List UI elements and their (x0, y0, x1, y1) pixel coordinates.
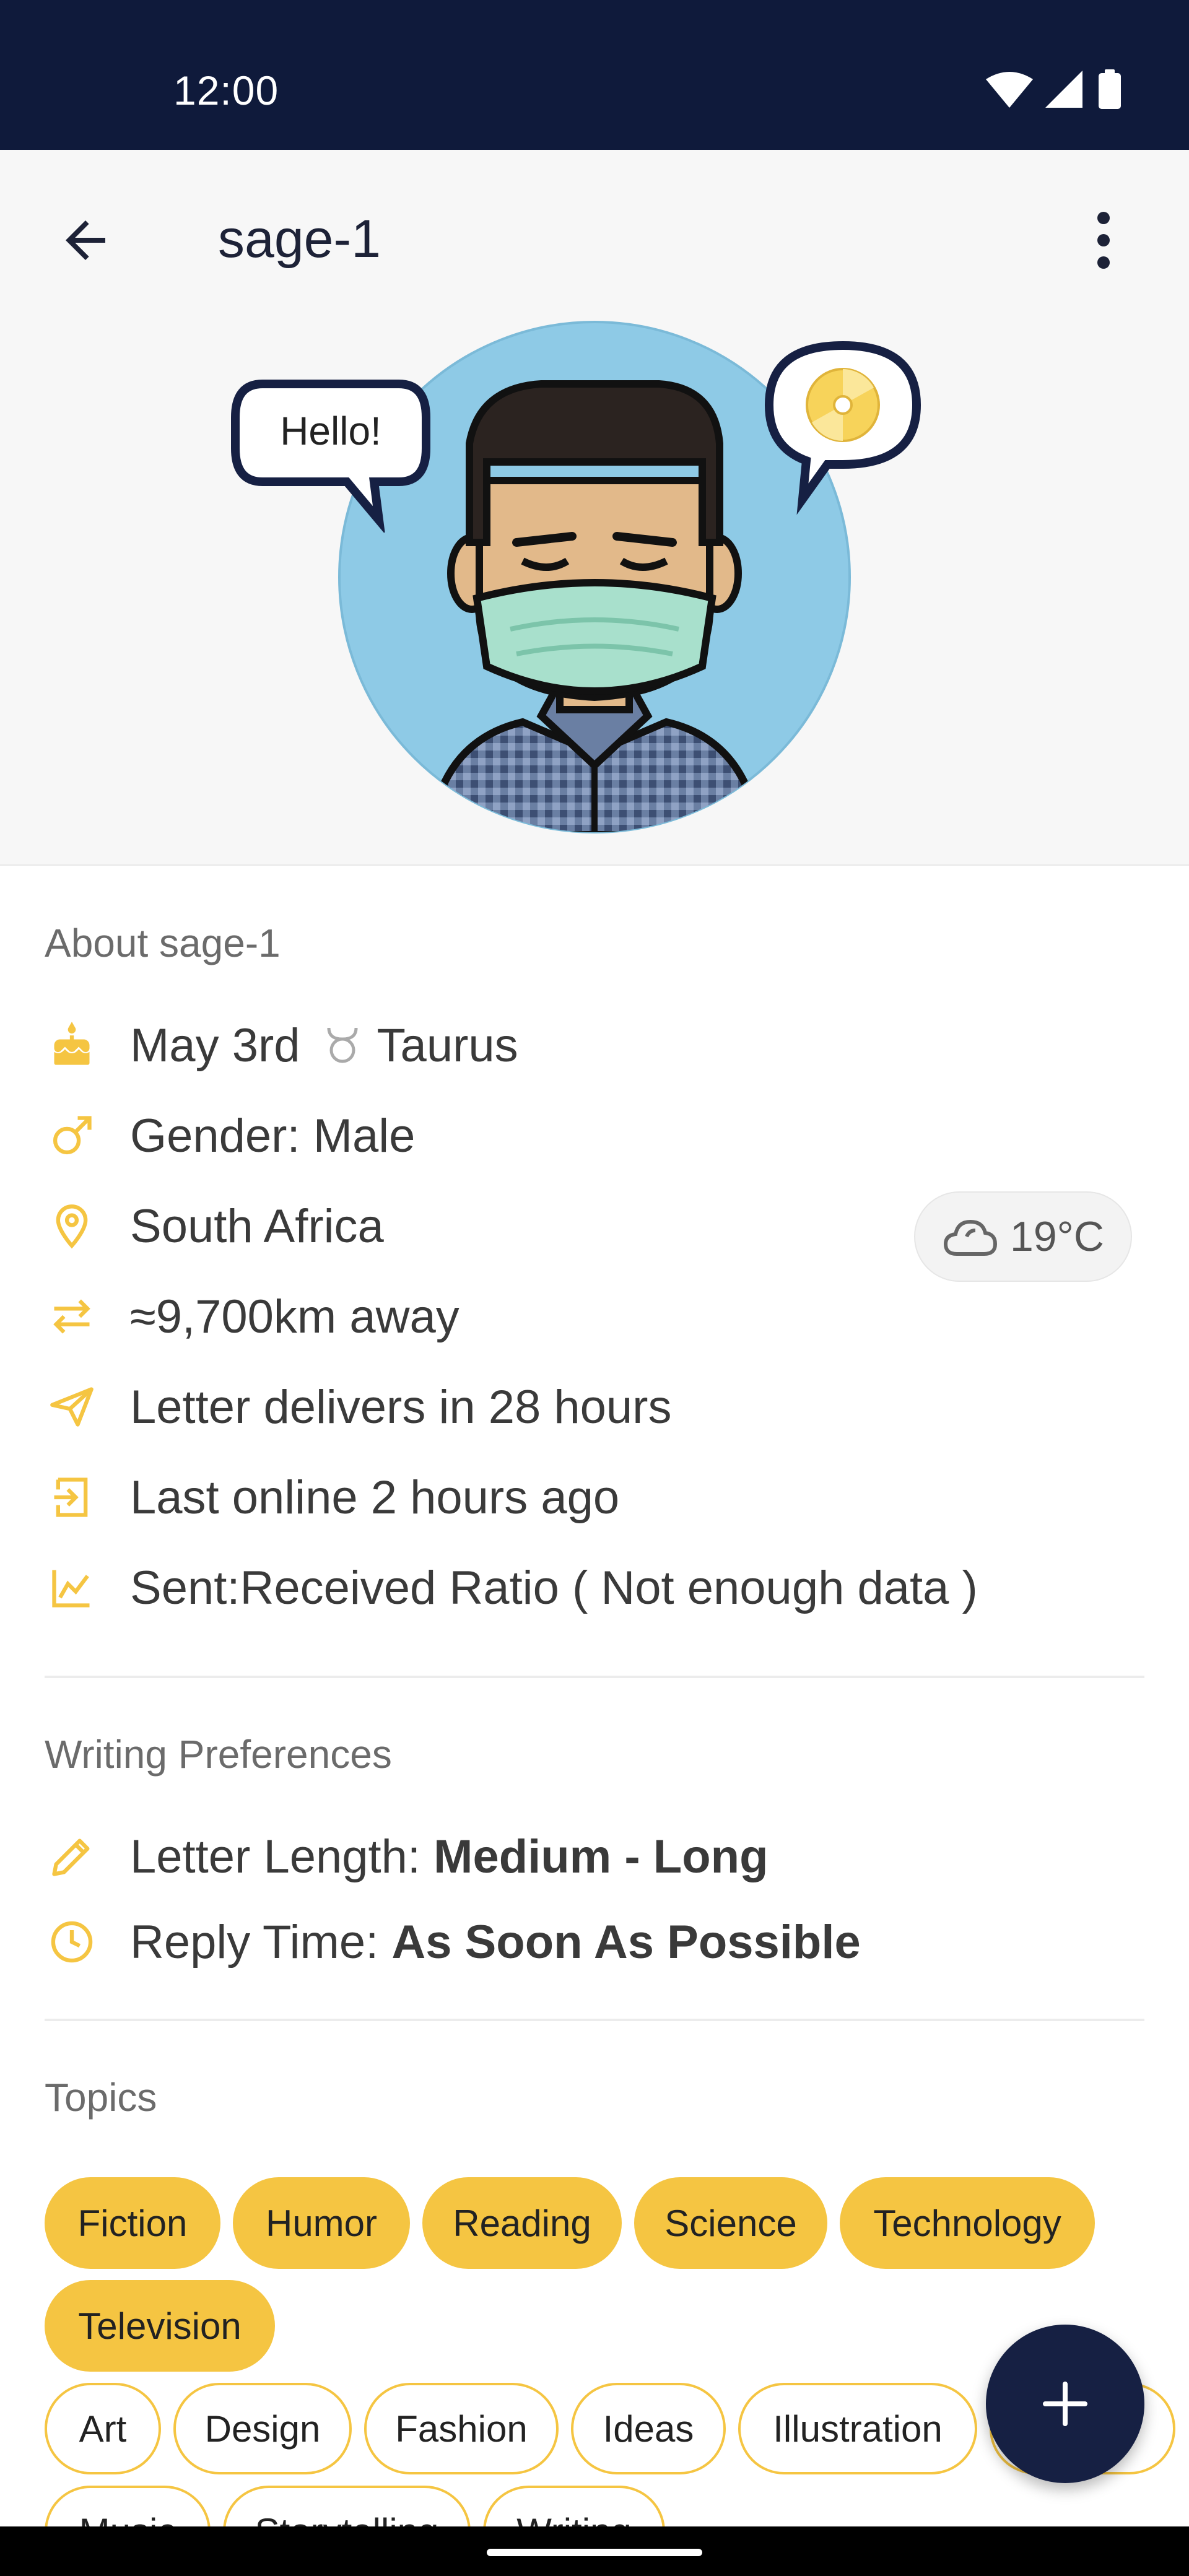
distance-text: ≈9,700km away (130, 1290, 459, 1343)
cloud-icon (944, 1219, 998, 1256)
arrow-back-icon (66, 220, 105, 260)
topic-chip-television[interactable]: Television (45, 2280, 275, 2372)
topic-chip-reading[interactable]: Reading (422, 2177, 622, 2269)
status-icons (986, 68, 1135, 111)
weather-chip: 19°C (914, 1191, 1132, 1282)
topic-chip-humor[interactable]: Humor (233, 2177, 410, 2269)
location-pin-icon (45, 1199, 99, 1253)
status-time: 12:00 (173, 67, 279, 113)
topics-title: Topics (45, 2075, 157, 2120)
divider (45, 1676, 1144, 1678)
birthday-text: May 3rd (130, 1019, 300, 1072)
topic-chip-illustration[interactable]: Illustration (738, 2383, 977, 2474)
topic-chip-science[interactable]: Science (634, 2177, 827, 2269)
weather-temp: 19°C (1010, 1213, 1104, 1260)
writing-title: Writing Preferences (45, 1732, 392, 1777)
topic-chip-technology[interactable]: Technology (840, 2177, 1095, 2269)
reply-time-row: Reply Time: As Soon As Possible (45, 1905, 861, 1979)
gender-text: Gender: Male (130, 1109, 416, 1162)
ratio-text: Sent:Received Ratio ( Not enough data ) (130, 1561, 978, 1614)
plus-icon (1043, 2382, 1087, 2426)
birthday-row: May 3rd Taurus (45, 1008, 518, 1082)
delivery-text: Letter delivers in 28 hours (130, 1380, 672, 1434)
disc-bubble (764, 341, 921, 515)
more-options-button[interactable] (1063, 199, 1144, 281)
page-title: sage-1 (218, 209, 381, 269)
location-text: South Africa (130, 1199, 384, 1253)
divider (45, 2019, 1144, 2021)
add-fab-button[interactable] (986, 2325, 1144, 2483)
topic-chip-fiction[interactable]: Fiction (45, 2177, 220, 2269)
more-vert-icon (1097, 212, 1110, 269)
letter-length-label: Letter Length: (130, 1830, 434, 1883)
reply-time-label: Reply Time: (130, 1915, 392, 1969)
send-icon (45, 1380, 99, 1434)
profile-content: About sage-1 May 3rd Taurus Gender: Male… (0, 866, 1189, 2576)
battery-icon (1099, 69, 1121, 109)
pencil-icon (45, 1829, 99, 1884)
wifi-icon (986, 72, 1033, 108)
app-bar: sage-1 (0, 150, 1189, 329)
topic-chip-fashion[interactable]: Fashion (364, 2383, 559, 2474)
about-title: About sage-1 (45, 921, 281, 965)
male-icon (45, 1108, 99, 1163)
ratio-row: Sent:Received Ratio ( Not enough data ) (45, 1551, 978, 1625)
profile-header: Hello! (0, 310, 1189, 866)
gender-row: Gender: Male (45, 1099, 415, 1173)
topic-chip-ideas[interactable]: Ideas (571, 2383, 726, 2474)
letter-length-value: Medium - Long (433, 1830, 769, 1883)
reply-time-value: As Soon As Possible (391, 1915, 861, 1969)
last-online-text: Last online 2 hours ago (130, 1471, 620, 1524)
speech-bubble: Hello! (231, 380, 430, 533)
login-icon (45, 1470, 99, 1525)
system-nav-bar (0, 2526, 1189, 2576)
zodiac-text: Taurus (377, 1019, 518, 1072)
swap-arrows-icon (45, 1289, 99, 1344)
delivery-row: Letter delivers in 28 hours (45, 1370, 671, 1444)
location-row: South Africa (45, 1189, 384, 1263)
status-bar: 12:00 (0, 0, 1189, 150)
topic-chip-design[interactable]: Design (173, 2383, 352, 2474)
last-online-row: Last online 2 hours ago (45, 1460, 619, 1534)
disc-icon (806, 368, 880, 442)
signal-icon (1045, 71, 1082, 108)
back-button[interactable] (45, 199, 126, 281)
distance-row: ≈9,700km away (45, 1279, 459, 1354)
chart-icon (45, 1560, 99, 1615)
cake-icon (45, 1018, 99, 1073)
clock-icon (45, 1915, 99, 1969)
letter-length-row: Letter Length: Medium - Long (45, 1819, 769, 1894)
taurus-icon (325, 1025, 360, 1065)
home-handle[interactable] (487, 2549, 702, 2556)
topic-chip-art[interactable]: Art (45, 2383, 161, 2474)
bubble-text: Hello! (280, 409, 381, 453)
